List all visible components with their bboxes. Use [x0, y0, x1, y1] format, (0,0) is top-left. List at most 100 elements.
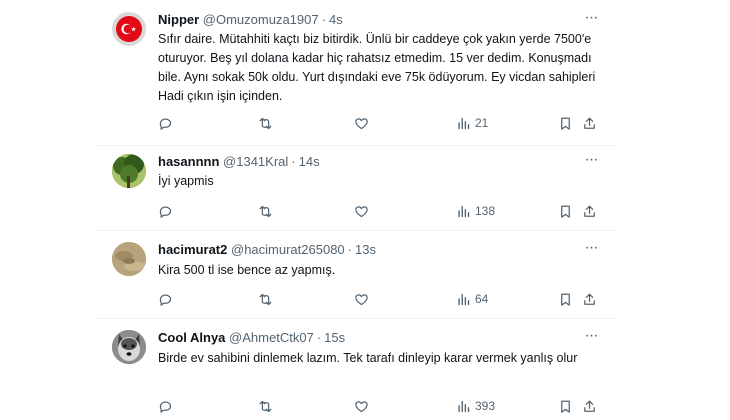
reply-button[interactable]	[158, 397, 173, 415]
views-chart-icon	[458, 205, 470, 217]
turkish-flag-avatar-icon	[112, 12, 146, 46]
post-header: hasannnn @1341Kral · 14s	[158, 154, 320, 170]
like-button[interactable]	[354, 290, 369, 308]
avatar[interactable]	[112, 330, 146, 364]
reply-button[interactable]	[158, 290, 173, 308]
avatar[interactable]	[112, 12, 146, 46]
views-button[interactable]: 393	[456, 397, 495, 415]
action-bar: 393	[158, 397, 598, 415]
reply-post[interactable]: Nipper @Omuzomuza1907 · 4s ··· Sıfır daire…	[96, 0, 616, 148]
display-name[interactable]: hasannnn	[158, 154, 219, 169]
share-icon	[584, 205, 595, 217]
display-name[interactable]: Nipper	[158, 12, 199, 27]
reply-feed: Nipper @Omuzomuza1907 · 4s ··· Sıfır daire…	[96, 0, 616, 420]
separator-dot: ·	[321, 12, 326, 27]
timestamp[interactable]: 4s	[329, 12, 343, 27]
reply-post[interactable]: Cool Alnya @AhmetCtk07 · 15s ··· Birde ev …	[96, 320, 616, 420]
action-bar: 138	[158, 202, 598, 220]
reply-icon	[159, 206, 172, 218]
post-divider	[96, 145, 616, 146]
post-header: Nipper @Omuzomuza1907 · 4s	[158, 12, 343, 28]
view-count: 64	[475, 292, 489, 306]
repost-button[interactable]	[258, 202, 273, 220]
separator-dot: ·	[316, 330, 322, 345]
repost-icon	[259, 293, 272, 305]
avatar[interactable]	[112, 242, 146, 276]
post-text: Sıfır daire. Mütahhiti kaçtı biz bitirdi…	[158, 32, 596, 103]
like-button[interactable]	[354, 397, 369, 415]
repost-icon	[259, 400, 272, 412]
heart-icon	[355, 293, 368, 305]
more-options-icon[interactable]: ···	[582, 240, 600, 257]
timestamp[interactable]: 15s	[324, 330, 345, 345]
user-handle[interactable]: @hacimurat265080	[231, 242, 345, 257]
tree-avatar-icon	[112, 154, 146, 188]
user-handle[interactable]: @1341Kral	[223, 154, 288, 169]
post-divider	[96, 230, 616, 231]
bookmark-icon	[561, 293, 570, 306]
views-button[interactable]: 138	[456, 202, 495, 220]
more-options-icon[interactable]: ···	[582, 10, 600, 27]
view-count: 21	[475, 116, 489, 130]
bookmark-button[interactable]	[558, 114, 573, 132]
reply-icon	[159, 401, 172, 413]
share-icon	[584, 293, 595, 305]
views-chart-icon	[458, 117, 470, 129]
like-button[interactable]	[354, 202, 369, 220]
post-text: Kira 500 tl ise bence az yapmış.	[158, 263, 336, 277]
bookmark-icon	[561, 117, 570, 130]
bookmark-icon	[561, 400, 570, 413]
bookmark-button[interactable]	[558, 397, 573, 415]
post-text: İyi yapmis	[158, 174, 214, 188]
view-count: 393	[475, 399, 496, 413]
repost-button[interactable]	[258, 290, 273, 308]
like-button[interactable]	[354, 114, 369, 132]
share-button[interactable]	[582, 290, 597, 308]
reply-button[interactable]	[158, 114, 173, 132]
bookmark-button[interactable]	[558, 202, 573, 220]
heart-icon	[355, 400, 368, 412]
reply-button[interactable]	[158, 202, 173, 220]
sand-avatar-icon	[112, 242, 146, 276]
user-handle[interactable]: @AhmetCtk07	[229, 330, 314, 345]
heart-icon	[355, 117, 368, 129]
heart-icon	[355, 205, 368, 217]
views-chart-icon	[458, 400, 470, 412]
share-button[interactable]	[582, 202, 597, 220]
post-text: Birde ev sahibini dinlemek lazım. Tek ta…	[158, 351, 578, 365]
display-name[interactable]: Cool Alnya	[158, 330, 225, 345]
user-handle[interactable]: @Omuzomuza1907	[203, 12, 319, 27]
share-button[interactable]	[582, 114, 597, 132]
timestamp[interactable]: 13s	[355, 242, 376, 257]
view-count: 138	[475, 204, 496, 218]
post-header: hacimurat2 @hacimurat265080 · 13s	[158, 242, 376, 258]
separator-dot: ·	[347, 242, 352, 257]
reply-post[interactable]: hasannnn @1341Kral · 14s ··· İyi yapmis 13…	[96, 148, 616, 230]
timestamp[interactable]: 14s	[299, 154, 320, 169]
bookmark-icon	[561, 205, 570, 218]
wolf-avatar-icon	[112, 330, 146, 364]
share-icon	[584, 400, 595, 412]
views-button[interactable]: 64	[456, 290, 488, 308]
action-bar: 64	[158, 290, 598, 308]
repost-icon	[259, 205, 272, 217]
display-name[interactable]: hacimurat2	[158, 242, 227, 257]
share-icon	[584, 117, 595, 129]
repost-button[interactable]	[258, 397, 273, 415]
reply-icon	[159, 118, 172, 130]
reply-icon	[159, 294, 172, 306]
separator-dot: ·	[291, 154, 296, 169]
avatar[interactable]	[112, 154, 146, 188]
more-options-icon[interactable]: ···	[582, 152, 600, 169]
share-button[interactable]	[582, 397, 597, 415]
reply-post[interactable]: hacimurat2 @hacimurat265080 · 13s ··· Kira…	[96, 232, 616, 318]
post-header: Cool Alnya @AhmetCtk07 · 15s	[158, 330, 345, 346]
post-divider	[96, 318, 616, 319]
repost-icon	[259, 117, 272, 129]
repost-button[interactable]	[258, 114, 273, 132]
views-chart-icon	[458, 293, 470, 305]
bookmark-button[interactable]	[558, 290, 573, 308]
more-options-icon[interactable]: ···	[582, 328, 600, 345]
action-bar: 21	[158, 114, 598, 132]
views-button[interactable]: 21	[456, 114, 488, 132]
